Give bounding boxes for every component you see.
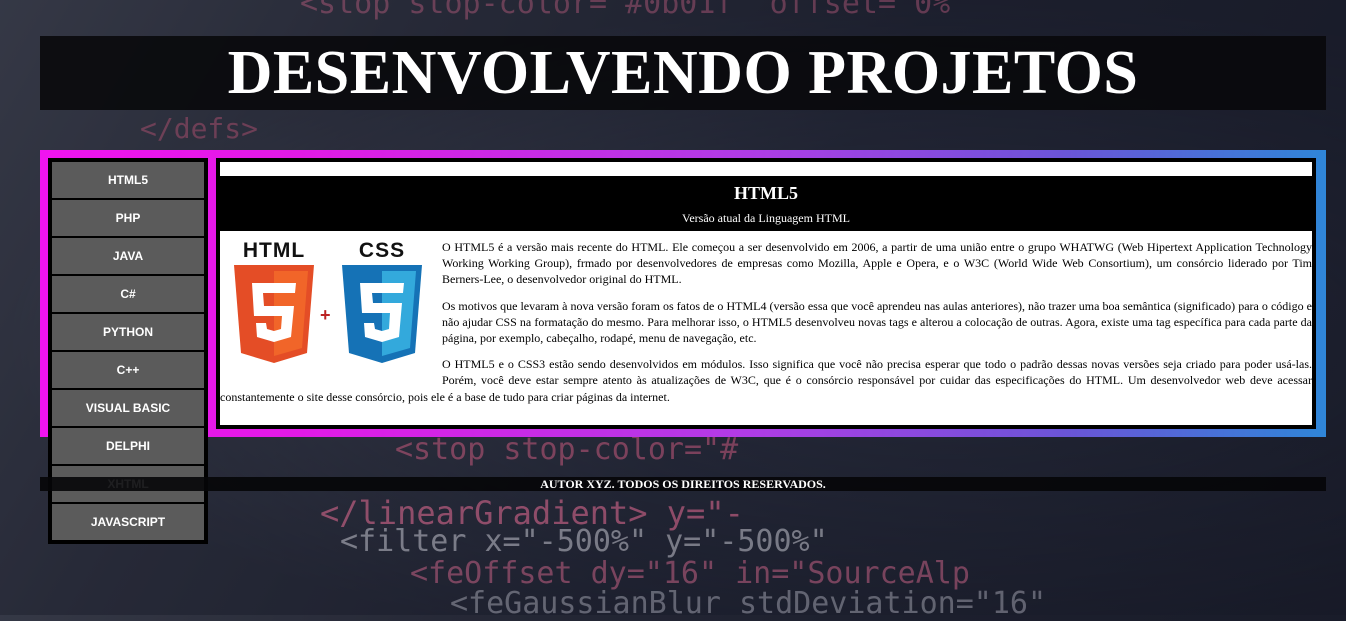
menu-item-python[interactable]: PYTHON [52, 314, 204, 350]
css3-logo: CSS [338, 239, 426, 367]
article-subtitle: Versão atual da Linguagem HTML [682, 211, 850, 225]
menu-item-visual-basic[interactable]: VISUAL BASIC [52, 390, 204, 426]
article-body: HTML + CSS O HTML5 é a versão mais recen… [220, 231, 1312, 405]
html5-logo: HTML [230, 239, 318, 367]
menu-item-javascript[interactable]: JAVASCRIPT [52, 504, 204, 540]
html5-css3-logo: HTML + CSS [230, 239, 434, 371]
html5-shield-icon [234, 265, 314, 363]
css3-logo-text: CSS [358, 239, 406, 262]
menu-item-csharp[interactable]: C# [52, 276, 204, 312]
article-title: HTML5 [733, 183, 798, 203]
site-footer: AUTOR XYZ. TODOS OS DIREITOS RESERVADOS. [40, 477, 1326, 491]
content-top-strip [220, 162, 1312, 176]
css3-shield-icon [342, 265, 422, 363]
footer-text: AUTOR XYZ. TODOS OS DIREITOS RESERVADOS. [540, 477, 826, 491]
menu-item-php[interactable]: PHP [52, 200, 204, 236]
menu-item-java[interactable]: JAVA [52, 238, 204, 274]
background-code-line: <feOffset dy="16" in="SourceAlp [410, 556, 970, 591]
background-code-line: </linearGradient> y="- [320, 494, 744, 532]
site-header: DESENVOLVENDO PROJETOS [40, 36, 1326, 110]
background-code-line: <stop stop-color="# [395, 432, 739, 467]
background-code-line: <feGaussianBlur stdDeviation="16" [450, 586, 1047, 621]
html5-logo-text: HTML [242, 239, 306, 262]
menu-item-cpp[interactable]: C++ [52, 352, 204, 388]
plus-icon: + [320, 305, 331, 325]
menu-item-delphi[interactable]: DELPHI [52, 428, 204, 464]
article-header: HTML5 Versão atual da Linguagem HTML [220, 176, 1312, 231]
article-content: HTML5 Versão atual da Linguagem HTML HTM… [216, 158, 1316, 429]
background-code-line: <filter x="-500%" y="-500%" [340, 524, 828, 559]
main-panel: HTML5 Versão atual da Linguagem HTML HTM… [40, 150, 1326, 437]
background-code-line: </defs> [140, 112, 259, 145]
site-title: DESENVOLVENDO PROJETOS [227, 38, 1139, 107]
menu-item-html5[interactable]: HTML5 [52, 162, 204, 198]
background-code-line: <stop stop-color="#0b01f" offset="0%" [300, 0, 969, 21]
